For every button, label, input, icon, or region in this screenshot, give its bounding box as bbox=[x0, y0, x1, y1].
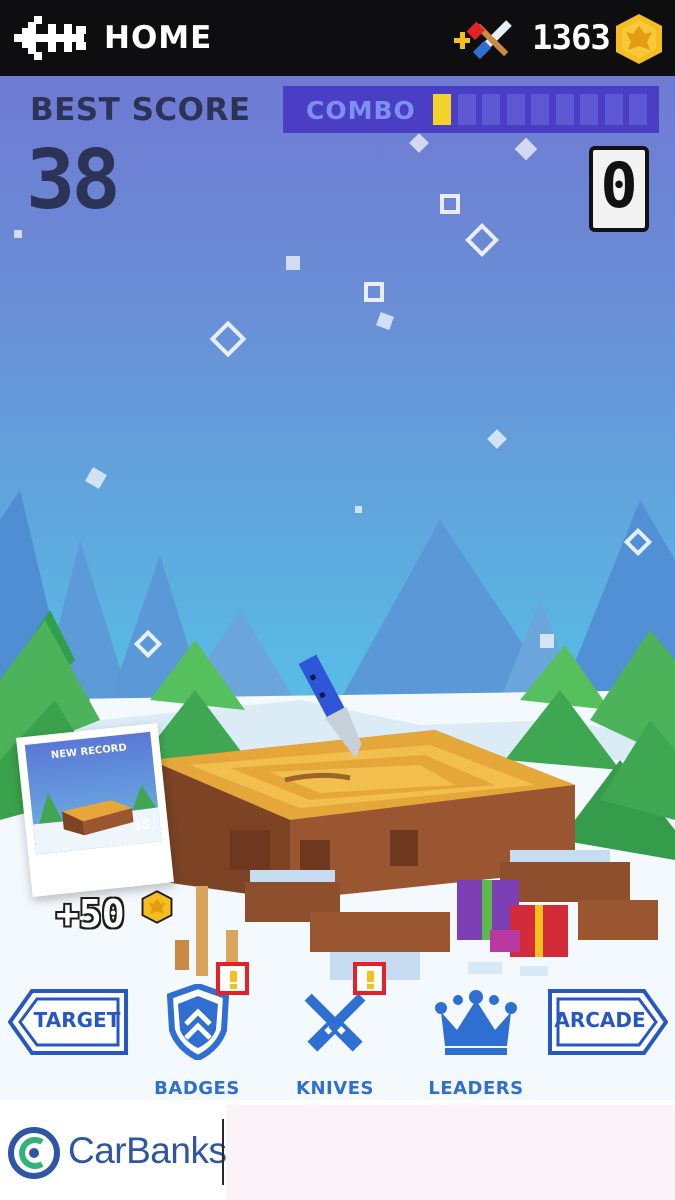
snowflake bbox=[355, 506, 362, 513]
snowy-landscape bbox=[0, 490, 675, 1100]
combo-cell bbox=[457, 94, 476, 125]
knives-button[interactable]: KNIVES bbox=[275, 982, 395, 1100]
snowflake bbox=[286, 256, 300, 270]
photo-score: 38 bbox=[132, 816, 151, 835]
target-button[interactable]: TARGET bbox=[8, 988, 128, 1056]
best-score-label: BEST SCORE bbox=[30, 92, 251, 128]
bonus-reward: +50 bbox=[56, 892, 125, 936]
combo-cell bbox=[433, 94, 451, 125]
target-label: TARGET bbox=[33, 1008, 121, 1032]
game-scene[interactable] bbox=[0, 76, 675, 1100]
leaders-button[interactable]: LEADERS bbox=[416, 982, 536, 1100]
snowflake-ring bbox=[364, 282, 384, 302]
back-arrow-icon bbox=[14, 16, 86, 60]
crossed-knives-icon bbox=[304, 993, 366, 1052]
combo-cell bbox=[629, 94, 647, 125]
best-score-value: 38 bbox=[26, 133, 121, 228]
combo-cell bbox=[580, 94, 598, 125]
combo-cell bbox=[555, 94, 574, 125]
coin-count: 1363 bbox=[532, 18, 611, 58]
ad-brand-name: CarBanks bbox=[68, 1130, 227, 1171]
combo-cell bbox=[604, 94, 623, 125]
bonus-coin-icon bbox=[141, 890, 173, 924]
carbanks-logo-icon bbox=[8, 1127, 60, 1179]
shield-badge-icon bbox=[166, 984, 230, 1060]
ad-banner[interactable]: CarBanks bbox=[0, 1105, 675, 1200]
ad-divider bbox=[222, 1119, 224, 1185]
arcade-label: ARCADE bbox=[554, 1008, 646, 1032]
knives-label: KNIVES bbox=[296, 1078, 374, 1099]
gold-coin-icon bbox=[616, 14, 662, 64]
leaders-label: LEADERS bbox=[428, 1078, 524, 1099]
snowflake bbox=[14, 230, 22, 238]
combo-cell bbox=[482, 94, 500, 125]
arcade-button[interactable]: ARCADE bbox=[548, 988, 668, 1056]
badges-alert-icon bbox=[216, 962, 249, 995]
combo-label: COMBO bbox=[306, 96, 416, 125]
current-score: 0 bbox=[600, 149, 638, 222]
new-record-photo[interactable]: NEW RECORD 38 bbox=[16, 723, 174, 897]
photo-thumbnail: NEW RECORD 38 bbox=[24, 731, 162, 855]
home-label: HOME bbox=[104, 20, 213, 56]
crown-icon bbox=[435, 990, 517, 1055]
combo-cell bbox=[506, 94, 525, 125]
snowflake-ring bbox=[440, 194, 460, 214]
badges-button[interactable]: BADGES bbox=[140, 982, 260, 1100]
top-bar: HOME 1363 bbox=[0, 0, 675, 76]
knives-alert-icon bbox=[353, 962, 386, 995]
home-button[interactable]: HOME bbox=[14, 10, 212, 66]
ad-brand-area: CarBanks bbox=[0, 1105, 227, 1200]
snowflake bbox=[540, 634, 554, 648]
badges-label: BADGES bbox=[154, 1078, 240, 1099]
combo-cell bbox=[531, 94, 549, 125]
crossed-knife-axe-icon[interactable] bbox=[452, 12, 520, 66]
